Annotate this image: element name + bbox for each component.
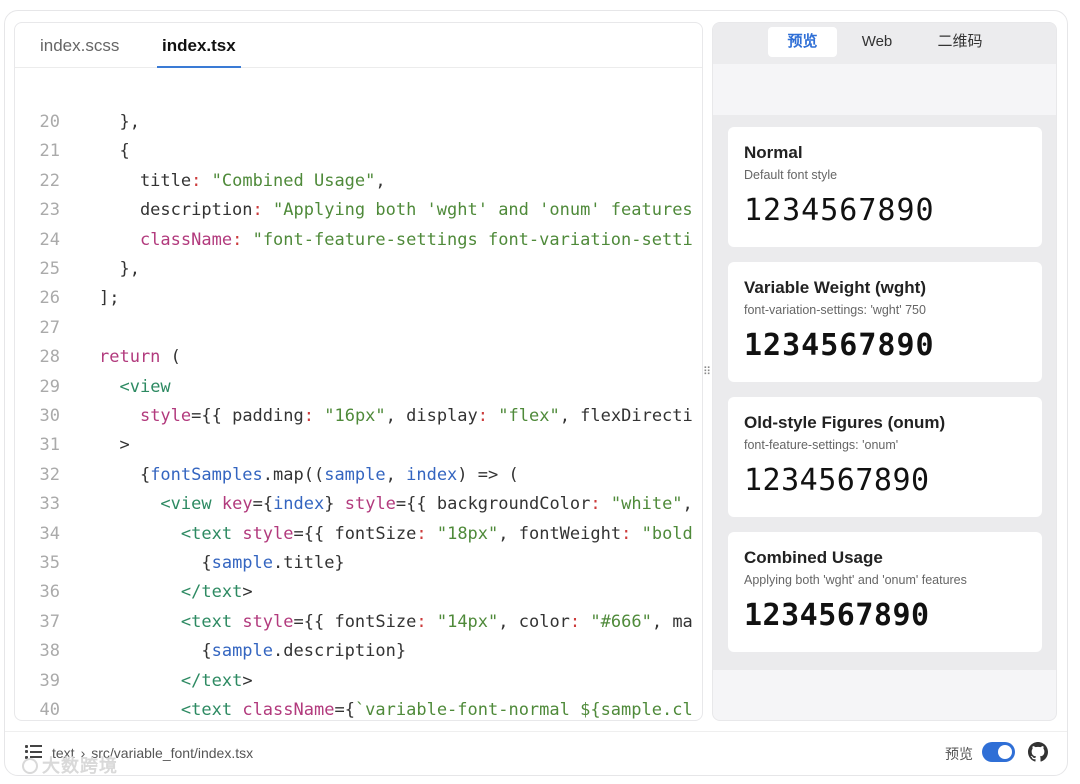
toggle-knob bbox=[998, 745, 1012, 759]
code-text: style={{ padding: "16px", display: "flex… bbox=[139, 406, 693, 426]
line-number: 21 bbox=[39, 141, 60, 162]
code-text: <text style={{ fontSize: "14px", color: … bbox=[180, 611, 693, 632]
card-description: font-feature-settings: 'onum' bbox=[744, 438, 899, 452]
chevron-right-icon: › bbox=[80, 745, 86, 761]
tab-preview[interactable]: 预览 bbox=[768, 27, 837, 57]
line-number: 31 bbox=[39, 435, 60, 456]
line-number: 29 bbox=[39, 376, 60, 397]
line-number: 37 bbox=[39, 611, 60, 632]
code-text: }, bbox=[99, 112, 140, 132]
code-text: description: "Applying both 'wght' and '… bbox=[99, 200, 693, 221]
tab-qrcode[interactable]: 二维码 bbox=[923, 27, 997, 57]
code-editor: index.scss index.tsx 20 }, 21 {22 title: … bbox=[14, 22, 703, 721]
code-text: {fontSamples.map((sample, index) => ( bbox=[99, 464, 519, 485]
drag-handle-icon[interactable]: ⠿ bbox=[703, 365, 711, 378]
preview-panel: 预览 Web 二维码 Normal Default font style 123… bbox=[712, 22, 1057, 721]
tab-index-scss[interactable]: index.scss bbox=[40, 23, 119, 68]
card-sample: 1234567890 bbox=[744, 193, 935, 228]
github-icon[interactable] bbox=[1028, 742, 1048, 762]
card-description: Default font style bbox=[744, 168, 838, 182]
line-number: 28 bbox=[39, 347, 60, 368]
line-number: 40 bbox=[39, 700, 60, 720]
font-card-onum: Old-style Figures (onum) font-feature-se… bbox=[728, 397, 1042, 517]
breadcrumb-root[interactable]: text bbox=[52, 745, 75, 761]
card-title: Normal bbox=[744, 143, 803, 162]
line-number: 25 bbox=[39, 259, 60, 279]
code-text: > bbox=[99, 435, 130, 456]
preview-toggle-label: 预览 bbox=[945, 746, 973, 762]
code-text: <text className={`variable-font-normal $… bbox=[180, 700, 693, 720]
editor-tabs: index.scss index.tsx bbox=[15, 23, 702, 68]
code-text: <view key={index} style={{ backgroundCol… bbox=[160, 494, 693, 515]
line-number: 22 bbox=[39, 170, 60, 191]
code-area[interactable]: 20 }, 21 {22 title: "Combined Usage", 23 d… bbox=[15, 69, 702, 720]
line-number: 27 bbox=[39, 317, 60, 338]
card-sample: 1234567890 bbox=[744, 463, 930, 498]
preview-tabs: 预览 Web 二维码 bbox=[713, 23, 1056, 64]
breadcrumb: text › src/variable_font/index.tsx bbox=[52, 745, 253, 761]
line-number: 39 bbox=[39, 670, 60, 691]
line-number: 23 bbox=[39, 200, 60, 221]
code-text: return ( bbox=[99, 347, 181, 368]
line-number: 35 bbox=[39, 553, 60, 573]
preview-content: Normal Default font style 1234567890 Var… bbox=[713, 115, 1056, 670]
code-text: title: "Combined Usage", bbox=[99, 170, 386, 191]
font-card-normal: Normal Default font style 1234567890 bbox=[728, 127, 1042, 247]
card-title: Variable Weight (wght) bbox=[744, 278, 926, 297]
code-text: { bbox=[99, 141, 130, 162]
code-text: </text> bbox=[180, 670, 253, 691]
card-sample: 1234567890 bbox=[744, 598, 930, 633]
line-number: 34 bbox=[39, 523, 60, 544]
code-text: {sample.description} bbox=[99, 641, 407, 662]
code-text: <text style={{ fontSize: "18px", fontWei… bbox=[180, 523, 693, 544]
card-sample: 1234567890 bbox=[744, 328, 935, 363]
line-number: 33 bbox=[39, 494, 60, 515]
line-number: 20 bbox=[39, 112, 60, 132]
code-text: ]; bbox=[99, 288, 120, 309]
preview-toggle[interactable] bbox=[982, 742, 1015, 762]
line-number: 32 bbox=[39, 464, 60, 485]
font-card-combined: Combined Usage Applying both 'wght' and … bbox=[728, 532, 1042, 652]
card-description: font-variation-settings: 'wght' 750 bbox=[744, 303, 926, 317]
line-number: 30 bbox=[39, 406, 60, 426]
tab-index-tsx[interactable]: index.tsx bbox=[157, 23, 241, 68]
card-description: Applying both 'wght' and 'onum' features bbox=[744, 573, 967, 587]
breadcrumb-path[interactable]: src/variable_font/index.tsx bbox=[91, 745, 253, 761]
line-number: 26 bbox=[39, 288, 60, 309]
code-text: </text> bbox=[180, 582, 253, 603]
card-title: Old-style Figures (onum) bbox=[744, 413, 946, 432]
code-text: }, bbox=[99, 259, 140, 279]
menu-list-icon[interactable] bbox=[25, 744, 42, 760]
code-text: {sample.title} bbox=[99, 553, 345, 573]
tab-web[interactable]: Web bbox=[847, 27, 907, 57]
card-title: Combined Usage bbox=[744, 548, 883, 567]
status-bar: text › src/variable_font/index.tsx 预览 bbox=[5, 731, 1067, 775]
line-number: 36 bbox=[39, 582, 60, 603]
line-number: 24 bbox=[39, 229, 60, 250]
line-number: 38 bbox=[39, 641, 60, 662]
code-text: className: "font-feature-settings font-v… bbox=[139, 229, 693, 250]
font-card-wght: Variable Weight (wght) font-variation-se… bbox=[728, 262, 1042, 382]
code-text: <view bbox=[119, 376, 171, 397]
